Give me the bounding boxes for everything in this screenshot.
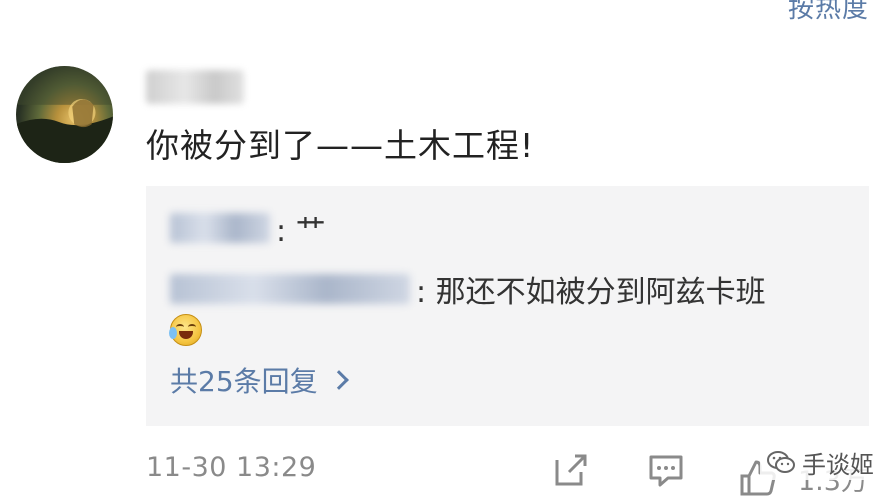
watermark: 手谈姬 [760,444,886,480]
wechat-icon [766,449,796,475]
reply-text: : 艹 [276,214,326,249]
comment-text: 你被分到了——土木工程! [146,126,535,165]
watermark-text: 手谈姬 [802,450,874,479]
comment-icon [649,455,683,487]
avatar[interactable] [16,66,113,163]
reply-author-name[interactable] [170,274,410,304]
avatar-image [16,66,113,163]
reply-item[interactable]: : 艹 [170,206,326,250]
laugh-cry-emoji-icon [169,314,202,346]
share-button[interactable] [551,450,591,490]
reply-preview-box[interactable]: : 艹 : 那还不如被分到阿兹卡班 共25条回复 [146,186,869,426]
view-all-replies-label: 共25条回复 [170,365,318,398]
view-all-replies-link[interactable]: 共25条回复 [170,360,349,400]
reply-item[interactable]: : 那还不如被分到阿兹卡班 [170,264,766,314]
sort-by-hot-tab[interactable]: 按热度 [788,0,869,25]
username[interactable] [146,70,244,104]
reply-author-name[interactable] [170,213,270,243]
chevron-right-icon [328,370,349,390]
reply-button[interactable] [646,450,686,490]
share-icon [555,454,587,486]
reply-text: : 那还不如被分到阿兹卡班 [416,275,766,310]
comment-timestamp: 11-30 13:29 [146,452,317,483]
